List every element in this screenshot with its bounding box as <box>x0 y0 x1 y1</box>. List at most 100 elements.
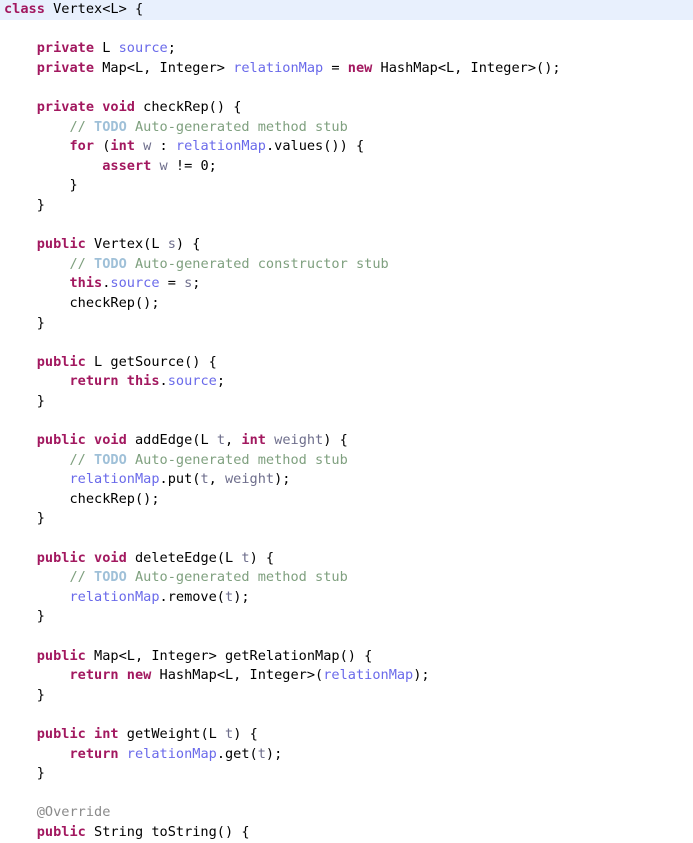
code-token-plain: Vertex(L <box>85 236 168 253</box>
code-token-plain: ; <box>208 157 217 174</box>
code-token-param: t <box>200 471 209 488</box>
code-token-kw: int <box>110 138 135 155</box>
code-line[interactable]: // TODO Auto-generated method stub <box>0 568 693 588</box>
code-token-kw: private <box>36 59 95 76</box>
code-line[interactable]: } <box>0 607 693 627</box>
code-token-kw: public <box>36 549 86 566</box>
code-line[interactable] <box>0 784 693 804</box>
code-token-plain: = <box>323 59 348 76</box>
code-token-param: t <box>257 745 266 762</box>
code-line[interactable]: assert w != 0; <box>0 157 693 177</box>
code-token-kw: void <box>94 432 127 449</box>
code-line[interactable]: return this.source; <box>0 372 693 392</box>
code-line[interactable] <box>0 333 693 353</box>
code-token-plain: ; <box>167 40 176 57</box>
code-token-plain: String toString() { <box>85 823 250 840</box>
code-line[interactable]: } <box>0 686 693 706</box>
code-line[interactable] <box>0 627 693 647</box>
code-token-plain: Map<L, Integer> <box>94 59 234 76</box>
code-token-kw: new <box>347 59 373 76</box>
code-token-cmt: Auto-generated constructor stub <box>126 255 389 272</box>
code-token-todo: TODO <box>94 118 127 135</box>
code-line[interactable]: } <box>0 314 693 334</box>
code-token-kw: for <box>69 138 95 155</box>
code-line[interactable]: public void addEdge(L t, int weight) { <box>0 431 693 451</box>
code-line[interactable]: this.source = s; <box>0 274 693 294</box>
code-token-plain: ); <box>413 667 430 684</box>
code-line[interactable] <box>0 78 693 98</box>
code-line[interactable]: public Map<L, Integer> getRelationMap() … <box>0 647 693 667</box>
code-line[interactable]: @Override <box>0 803 693 823</box>
code-text-surface[interactable]: class Vertex<L> { private L source; priv… <box>0 0 693 843</box>
code-token-plain: } <box>36 392 45 409</box>
code-token-field: relationMap <box>323 667 414 684</box>
code-line[interactable] <box>0 411 693 431</box>
code-token-kw: void <box>94 549 127 566</box>
code-line[interactable]: checkRep(); <box>0 294 693 314</box>
code-token-plain: , <box>225 432 242 449</box>
code-line[interactable]: relationMap.put(t, weight); <box>0 470 693 490</box>
code-line[interactable]: return new HashMap<L, Integer>(relationM… <box>0 666 693 686</box>
code-line[interactable] <box>0 20 693 40</box>
code-line[interactable]: private void checkRep() { <box>0 98 693 118</box>
code-line[interactable]: relationMap.remove(t); <box>0 588 693 608</box>
code-token-cmt: // <box>69 118 95 135</box>
code-token-kw: return <box>69 373 119 390</box>
code-token-plain: ; <box>192 275 201 292</box>
code-line[interactable]: } <box>0 196 693 216</box>
code-line[interactable]: private L source; <box>0 39 693 59</box>
code-line[interactable]: } <box>0 392 693 412</box>
code-token-todo: TODO <box>94 255 127 272</box>
code-line[interactable] <box>0 705 693 725</box>
code-line[interactable]: public Vertex(L s) { <box>0 235 693 255</box>
code-token-kw: public <box>36 823 86 840</box>
code-line[interactable]: return relationMap.get(t); <box>0 745 693 765</box>
code-token-cmt: // <box>69 255 95 272</box>
code-token-plain: Map<L, Integer> getRelationMap() { <box>85 647 373 664</box>
code-line[interactable]: // TODO Auto-generated method stub <box>0 118 693 138</box>
code-editor-pane[interactable]: class Vertex<L> { private L source; priv… <box>0 0 693 843</box>
code-line[interactable]: private Map<L, Integer> relationMap = ne… <box>0 59 693 79</box>
code-line[interactable]: } <box>0 176 693 196</box>
code-token-kw: public <box>36 647 86 664</box>
code-token-anno: @Override <box>36 804 111 821</box>
code-token-plain: } <box>69 177 78 194</box>
code-token-param: s <box>167 236 176 253</box>
code-line[interactable]: public String toString() { <box>0 823 693 843</box>
code-line[interactable]: } <box>0 764 693 784</box>
code-token-plain: .get( <box>216 745 258 762</box>
code-line[interactable]: class Vertex<L> { <box>0 0 693 20</box>
code-line[interactable]: } <box>0 509 693 529</box>
code-line[interactable]: for (int w : relationMap.values()) { <box>0 137 693 157</box>
code-token-field: relationMap <box>69 471 160 488</box>
code-token-kw: public <box>36 236 86 253</box>
code-token-plain: . <box>159 373 168 390</box>
code-line[interactable]: checkRep(); <box>0 490 693 510</box>
code-line[interactable]: public int getWeight(L t) { <box>0 725 693 745</box>
code-line[interactable]: // TODO Auto-generated constructor stub <box>0 255 693 275</box>
code-token-param: weight <box>274 432 324 449</box>
code-line[interactable]: // TODO Auto-generated method stub <box>0 451 693 471</box>
code-line[interactable] <box>0 529 693 549</box>
code-token-plain: checkRep() { <box>134 98 242 115</box>
code-line[interactable]: public L getSource() { <box>0 353 693 373</box>
code-line[interactable] <box>0 216 693 236</box>
code-line[interactable]: public void deleteEdge(L t) { <box>0 549 693 569</box>
code-token-cmt: // <box>69 451 95 468</box>
code-token-param: t <box>225 588 234 605</box>
